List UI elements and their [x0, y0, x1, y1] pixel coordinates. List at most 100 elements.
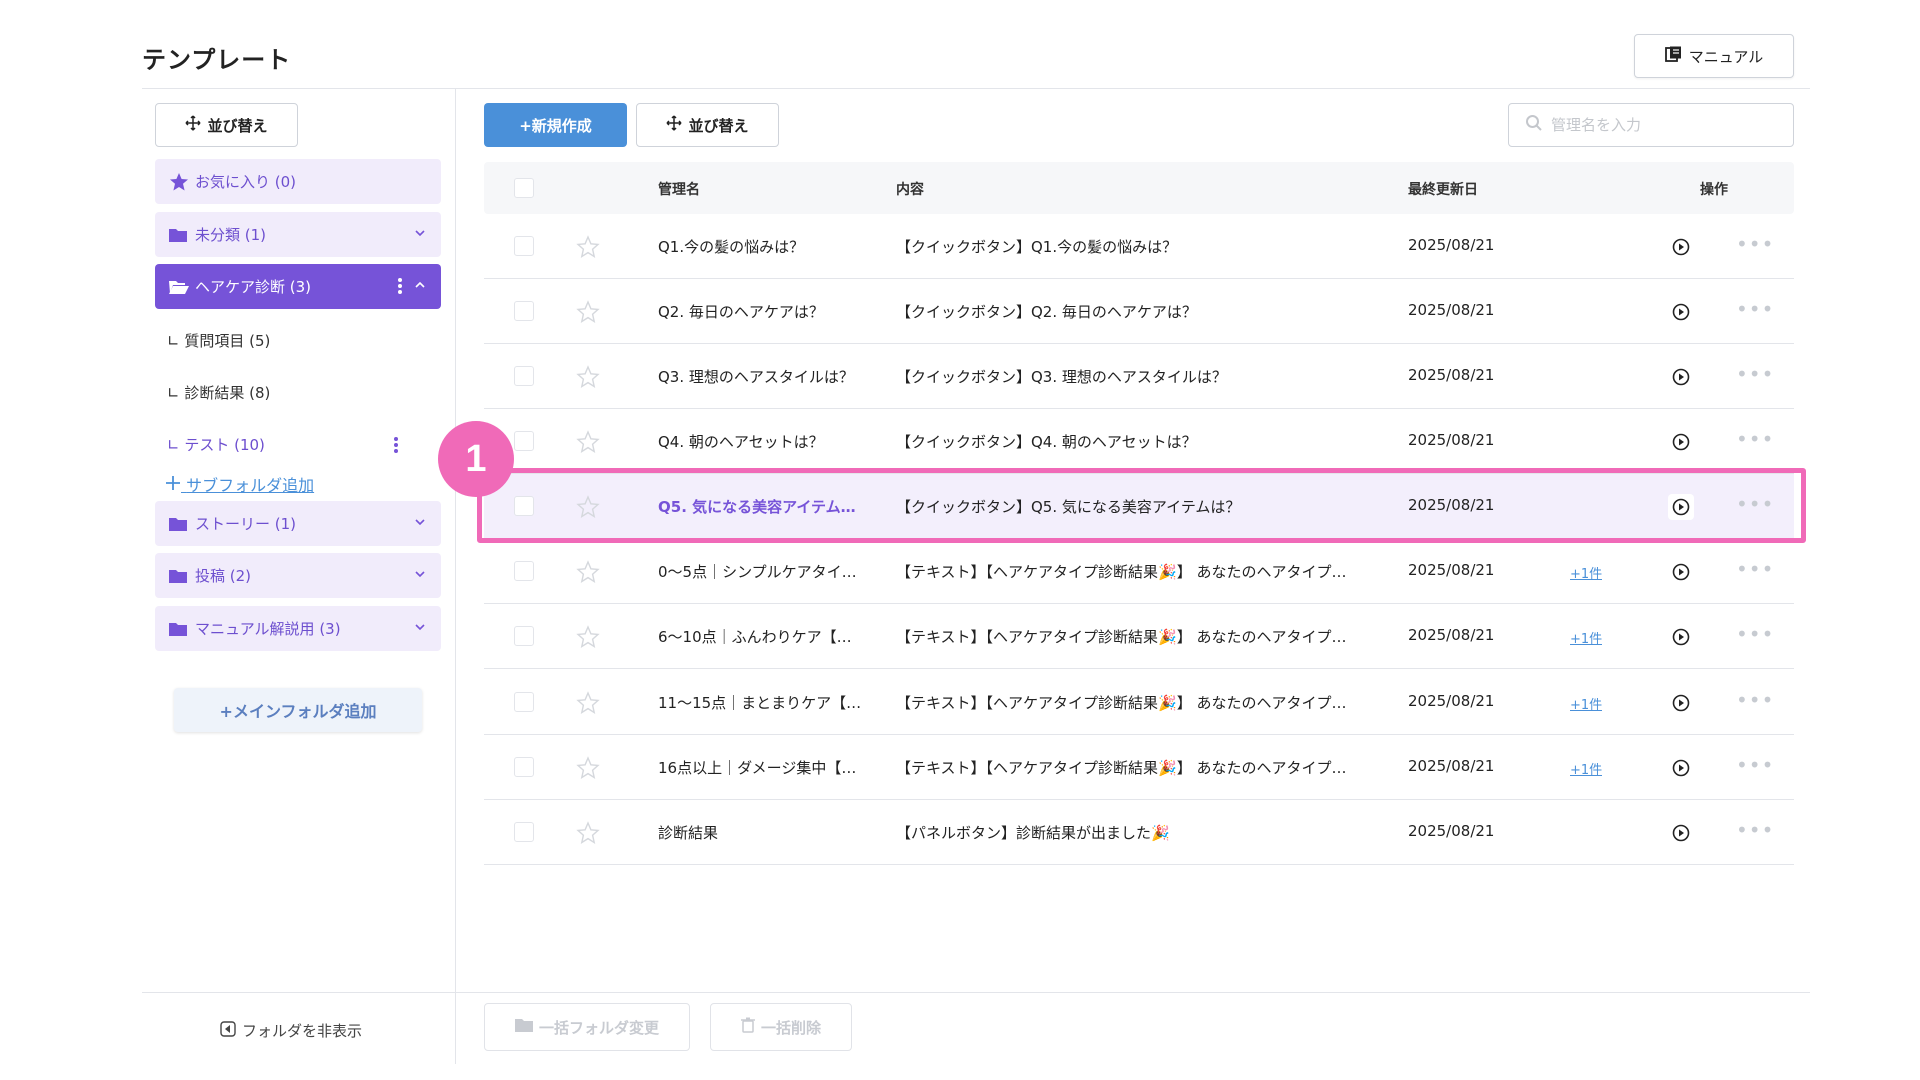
search-box[interactable]: [1508, 103, 1794, 147]
table-row[interactable]: 診断結果 【パネルボタン】診断結果が出ました🎉 2025/08/21 •••: [484, 800, 1794, 865]
more-options-icon[interactable]: •••: [1736, 557, 1774, 581]
column-header-updated: 最終更新日: [1408, 182, 1478, 198]
row-checkbox[interactable]: [514, 366, 534, 386]
table-row[interactable]: Q5. 気になる美容アイテム… 【クイックボタン】Q5. 気になる美容アイテムは？…: [484, 474, 1794, 539]
table-row[interactable]: Q4. 朝のヘアセットは？ 【クイックボタン】Q4. 朝のヘアセットは？ 2025/…: [484, 409, 1794, 474]
row-date: 2025/08/21: [1408, 431, 1495, 449]
table-row[interactable]: Q1.今の髪の悩みは？ 【クイックボタン】Q1.今の髪の悩みは？ 2025/08/2…: [484, 214, 1794, 279]
sidebar-folder-label: マニュアル解説用 (3): [195, 620, 341, 638]
new-template-button[interactable]: +新規作成: [484, 103, 627, 147]
sidebar-folder-story[interactable]: ストーリー (1): [155, 501, 441, 546]
row-content: 【パネルボタン】診断結果が出ました🎉: [896, 824, 1170, 842]
search-input[interactable]: [1551, 116, 1771, 134]
more-options-icon[interactable]: •••: [1736, 622, 1774, 646]
hide-folder-button[interactable]: フォルダを非表示: [220, 1020, 362, 1041]
folder-open-icon: [169, 279, 189, 295]
sidebar-item-favorites[interactable]: お気に入り (0): [155, 159, 441, 204]
star-outline-icon[interactable]: [576, 821, 600, 849]
chevron-up-icon[interactable]: [413, 278, 427, 292]
play-icon[interactable]: [1668, 624, 1694, 650]
row-extra-link[interactable]: +1件: [1570, 628, 1602, 647]
more-options-icon[interactable]: •••: [1736, 492, 1774, 516]
bulk-folder-change-button[interactable]: 一括フォルダ変更: [484, 1003, 690, 1051]
move-icon: [185, 115, 202, 135]
subfolder-item-test[interactable]: ∟ テスト (10): [167, 434, 265, 455]
more-options-icon[interactable]: •••: [1736, 818, 1774, 842]
row-checkbox[interactable]: [514, 822, 534, 842]
row-date: 2025/08/21: [1408, 757, 1495, 775]
play-icon[interactable]: [1668, 755, 1694, 781]
bulk-delete-button[interactable]: 一括削除: [710, 1003, 852, 1051]
sidebar-item-label: お気に入り (0): [195, 173, 297, 191]
column-header-content: 内容: [896, 182, 924, 198]
row-date: 2025/08/21: [1408, 626, 1495, 644]
more-options-icon[interactable]: •••: [1736, 297, 1774, 321]
play-icon[interactable]: [1668, 820, 1694, 846]
play-icon[interactable]: [1668, 559, 1694, 585]
chevron-down-icon[interactable]: [413, 226, 427, 240]
row-checkbox[interactable]: [514, 561, 534, 581]
table-row[interactable]: Q3. 理想のヘアスタイルは？ 【クイックボタン】Q3. 理想のヘアスタイルは？ 2…: [484, 344, 1794, 409]
kebab-menu-icon[interactable]: [397, 277, 403, 299]
star-outline-icon[interactable]: [576, 495, 600, 523]
more-options-icon[interactable]: •••: [1736, 753, 1774, 777]
table-row[interactable]: 0〜5点｜シンプルケアタイ… 【テキスト】【ヘアケアタイプ診断結果🎉】 あなたのヘ…: [484, 539, 1794, 604]
star-outline-icon[interactable]: [576, 430, 600, 458]
table-row[interactable]: 16点以上｜ダメージ集中【… 【テキスト】【ヘアケアタイプ診断結果🎉】 あなたのヘ…: [484, 735, 1794, 800]
row-checkbox[interactable]: [514, 496, 534, 516]
chevron-down-icon[interactable]: [413, 515, 427, 529]
row-content: 【テキスト】【ヘアケアタイプ診断結果🎉】 あなたのヘアタイプ…: [896, 694, 1347, 712]
row-date: 2025/08/21: [1408, 496, 1495, 514]
add-main-folder-button[interactable]: +メインフォルダ追加: [174, 688, 422, 732]
row-checkbox[interactable]: [514, 626, 534, 646]
star-outline-icon[interactable]: [576, 625, 600, 653]
row-checkbox[interactable]: [514, 692, 534, 712]
sidebar-folder-manual[interactable]: マニュアル解説用 (3): [155, 606, 441, 651]
star-outline-icon[interactable]: [576, 300, 600, 328]
chevron-down-icon[interactable]: [413, 620, 427, 634]
sort-button[interactable]: 並び替え: [636, 103, 779, 147]
play-icon[interactable]: [1668, 690, 1694, 716]
more-options-icon[interactable]: •••: [1736, 232, 1774, 256]
play-icon[interactable]: [1668, 299, 1694, 325]
star-outline-icon[interactable]: [576, 560, 600, 588]
row-date: 2025/08/21: [1408, 692, 1495, 710]
row-checkbox[interactable]: [514, 236, 534, 256]
subfolder-item-results[interactable]: ∟ 診断結果 (8): [167, 382, 270, 403]
table-row[interactable]: Q2. 毎日のヘアケアは？ 【クイックボタン】Q2. 毎日のヘアケアは？ 2025/…: [484, 279, 1794, 344]
more-options-icon[interactable]: •••: [1736, 688, 1774, 712]
header-divider: [142, 88, 1810, 89]
more-options-icon[interactable]: •••: [1736, 427, 1774, 451]
row-extra-link[interactable]: +1件: [1570, 759, 1602, 778]
table-row[interactable]: 6〜10点｜ふんわりケア【… 【テキスト】【ヘアケアタイプ診断結果🎉】 あなたのヘ…: [484, 604, 1794, 669]
row-name: Q2. 毎日のヘアケアは？: [658, 303, 824, 321]
play-icon[interactable]: [1668, 429, 1694, 455]
star-outline-icon[interactable]: [576, 691, 600, 719]
select-all-checkbox[interactable]: [514, 178, 534, 198]
table-row[interactable]: 11〜15点｜まとまりケア【… 【テキスト】【ヘアケアタイプ診断結果🎉】 あなたの…: [484, 670, 1794, 735]
play-icon[interactable]: [1668, 234, 1694, 260]
chevron-down-icon[interactable]: [413, 567, 427, 581]
sidebar-sort-button[interactable]: 並び替え: [155, 103, 298, 147]
row-extra-link[interactable]: +1件: [1570, 563, 1602, 582]
folder-icon: [169, 621, 189, 637]
search-icon: [1525, 114, 1543, 136]
kebab-menu-icon[interactable]: [393, 436, 399, 458]
star-outline-icon[interactable]: [576, 365, 600, 393]
play-icon[interactable]: [1668, 494, 1694, 520]
play-icon[interactable]: [1668, 364, 1694, 390]
row-checkbox[interactable]: [514, 757, 534, 777]
star-outline-icon[interactable]: [576, 756, 600, 784]
subfolder-item-questions[interactable]: ∟ 質問項目 (5): [167, 330, 270, 351]
star-outline-icon[interactable]: [576, 235, 600, 263]
add-subfolder-link[interactable]: サブフォルダ追加: [165, 472, 314, 496]
add-subfolder-label: サブフォルダ追加: [186, 476, 315, 495]
sidebar-folder-uncategorized[interactable]: 未分類 (1): [155, 212, 441, 257]
sidebar-folder-posts[interactable]: 投稿 (2): [155, 553, 441, 598]
more-options-icon[interactable]: •••: [1736, 362, 1774, 386]
row-extra-link[interactable]: +1件: [1570, 694, 1602, 713]
row-checkbox[interactable]: [514, 301, 534, 321]
sidebar-folder-haircare[interactable]: ヘアケア診断 (3): [155, 264, 441, 309]
row-checkbox[interactable]: [514, 431, 534, 451]
manual-button[interactable]: マニュアル: [1634, 34, 1794, 78]
